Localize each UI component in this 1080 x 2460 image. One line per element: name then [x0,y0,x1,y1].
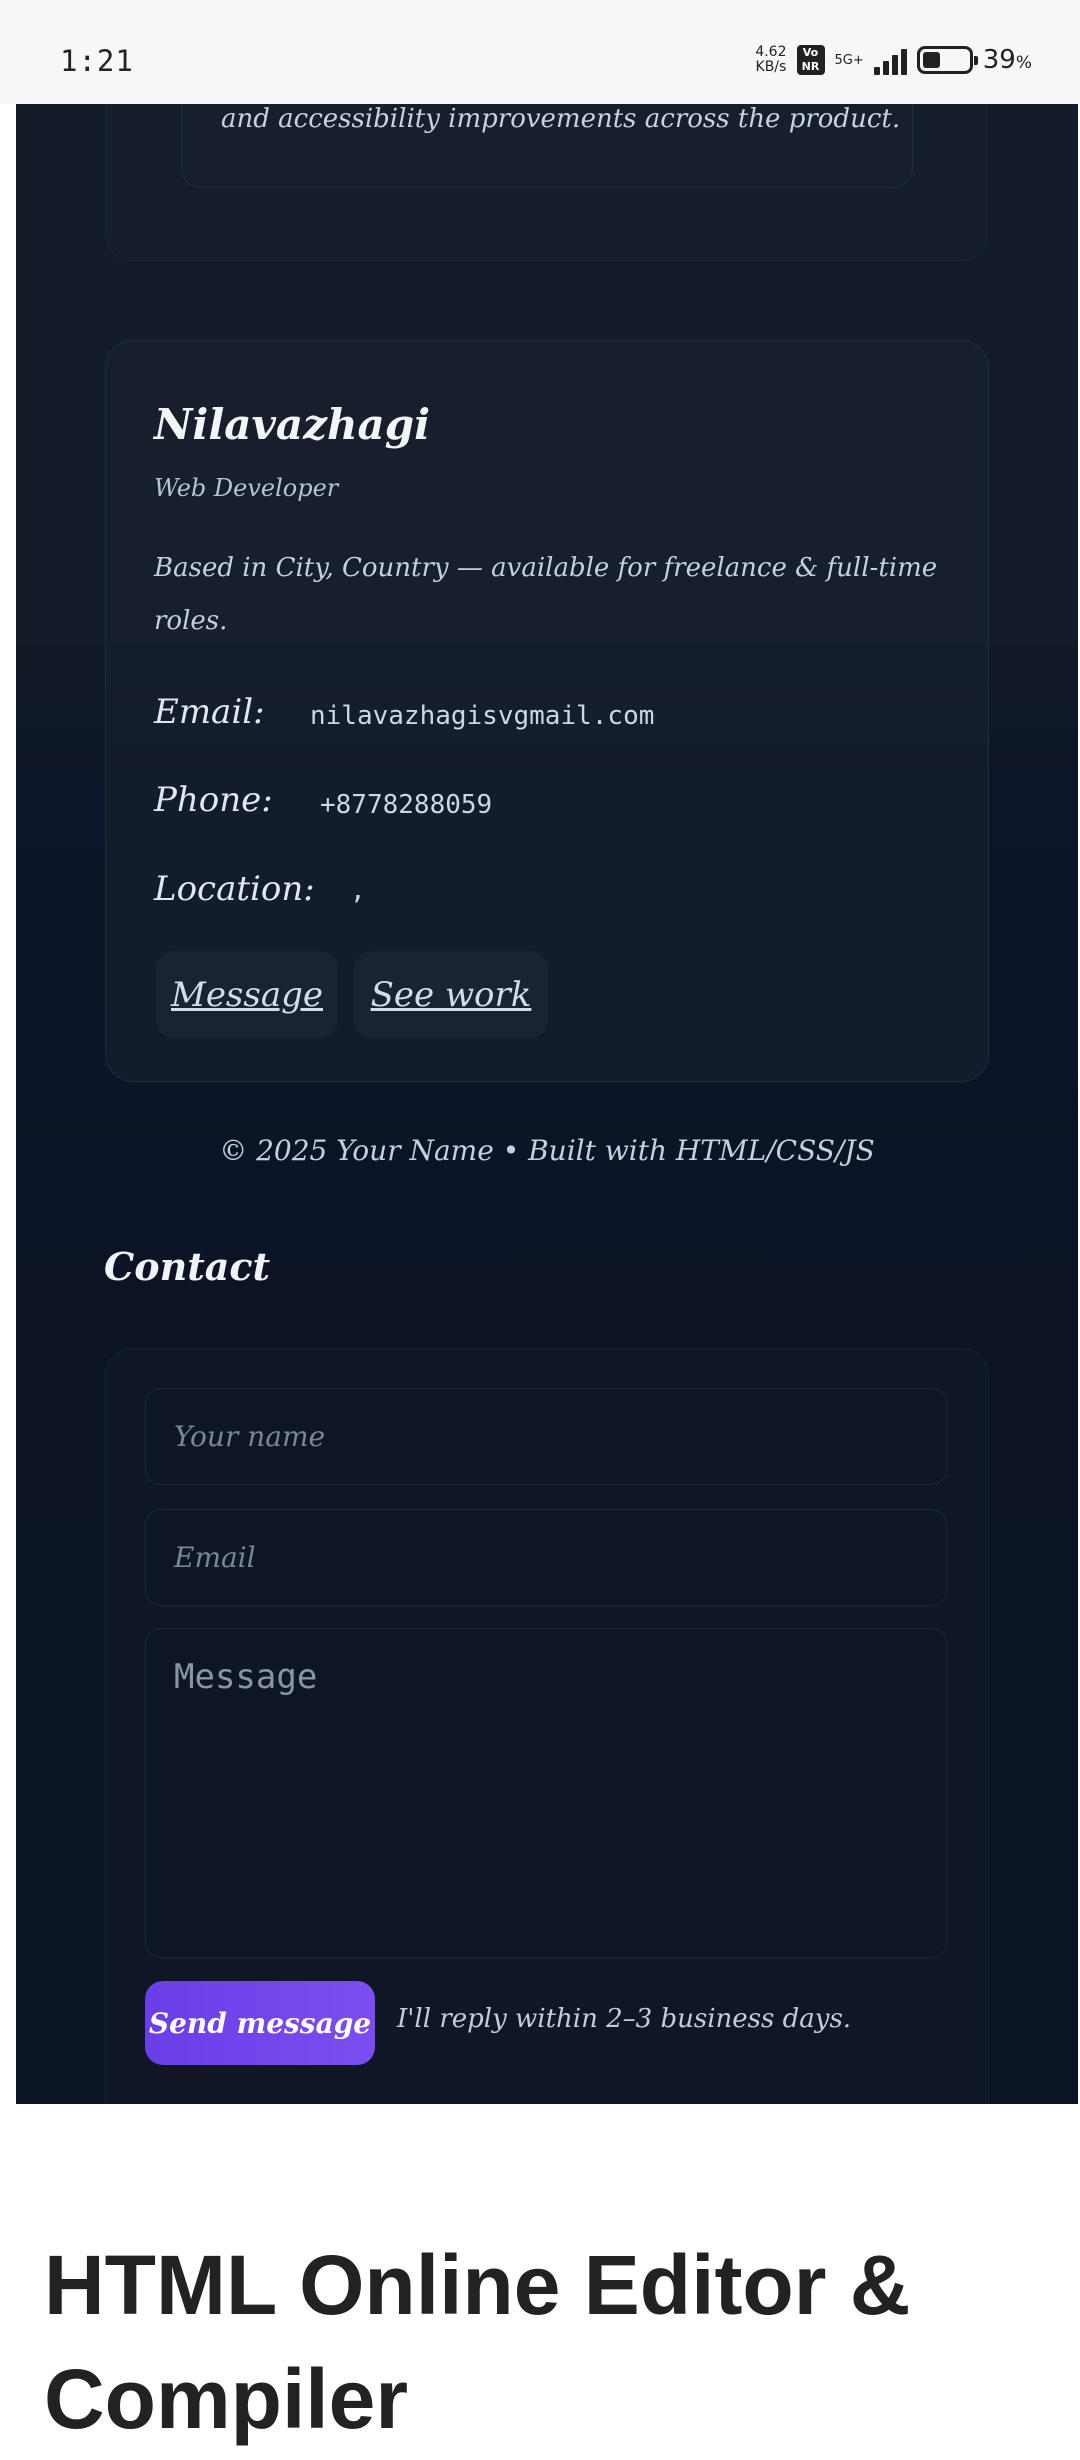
send-message-button[interactable]: Send message [145,1981,375,2065]
battery-fill [922,52,940,68]
location-label: Location: [154,869,315,909]
net-speed-unit: KB/s [755,59,787,75]
name-input[interactable]: Your name [145,1388,947,1485]
top-card-text: and accessibility improvements across th… [221,104,901,134]
page-title: HTML Online Editor & Compiler [44,2238,911,2446]
status-icons: 4.62 KB/s Vo NR 5G+ 39% [755,40,1032,80]
profile-description: Based in City, Country — available for f… [154,553,938,636]
footer-note: © 2025 Your Name • Built with HTML/CSS/J… [219,1134,875,1167]
message-textarea[interactable]: Message [145,1628,947,1958]
volte-icon: Vo NR [796,45,825,75]
profile-role: Web Developer [154,474,339,502]
see-work-button[interactable]: See work [354,951,548,1038]
reply-note: I'll reply within 2–3 business days. [397,2004,852,2034]
status-time: 1:21 [60,44,134,78]
net-speed-value: 4.62 [755,44,787,60]
phone-label: Phone: [154,780,273,820]
preview-frame[interactable]: and accessibility improvements across th… [16,104,1078,2104]
status-bar: 1:21 4.62 KB/s Vo NR 5G+ 39% [0,0,1080,104]
network-type: 5G+ [834,52,864,68]
battery-icon [916,46,978,74]
net-speed: 4.62 KB/s [755,45,786,75]
email-value[interactable]: nilavazhagisvgmail.com [310,701,654,731]
email-label: Email: [154,692,265,732]
battery-percent: 39% [982,45,1032,75]
phone-value[interactable]: +8778288059 [320,790,492,820]
message-button[interactable]: Message [156,951,338,1038]
contact-title: Contact [104,1244,271,1289]
profile-name: Nilavazhagi [154,400,431,449]
signal-icon [873,45,907,75]
location-value: , [350,876,366,906]
email-input[interactable]: Email [145,1509,947,1606]
